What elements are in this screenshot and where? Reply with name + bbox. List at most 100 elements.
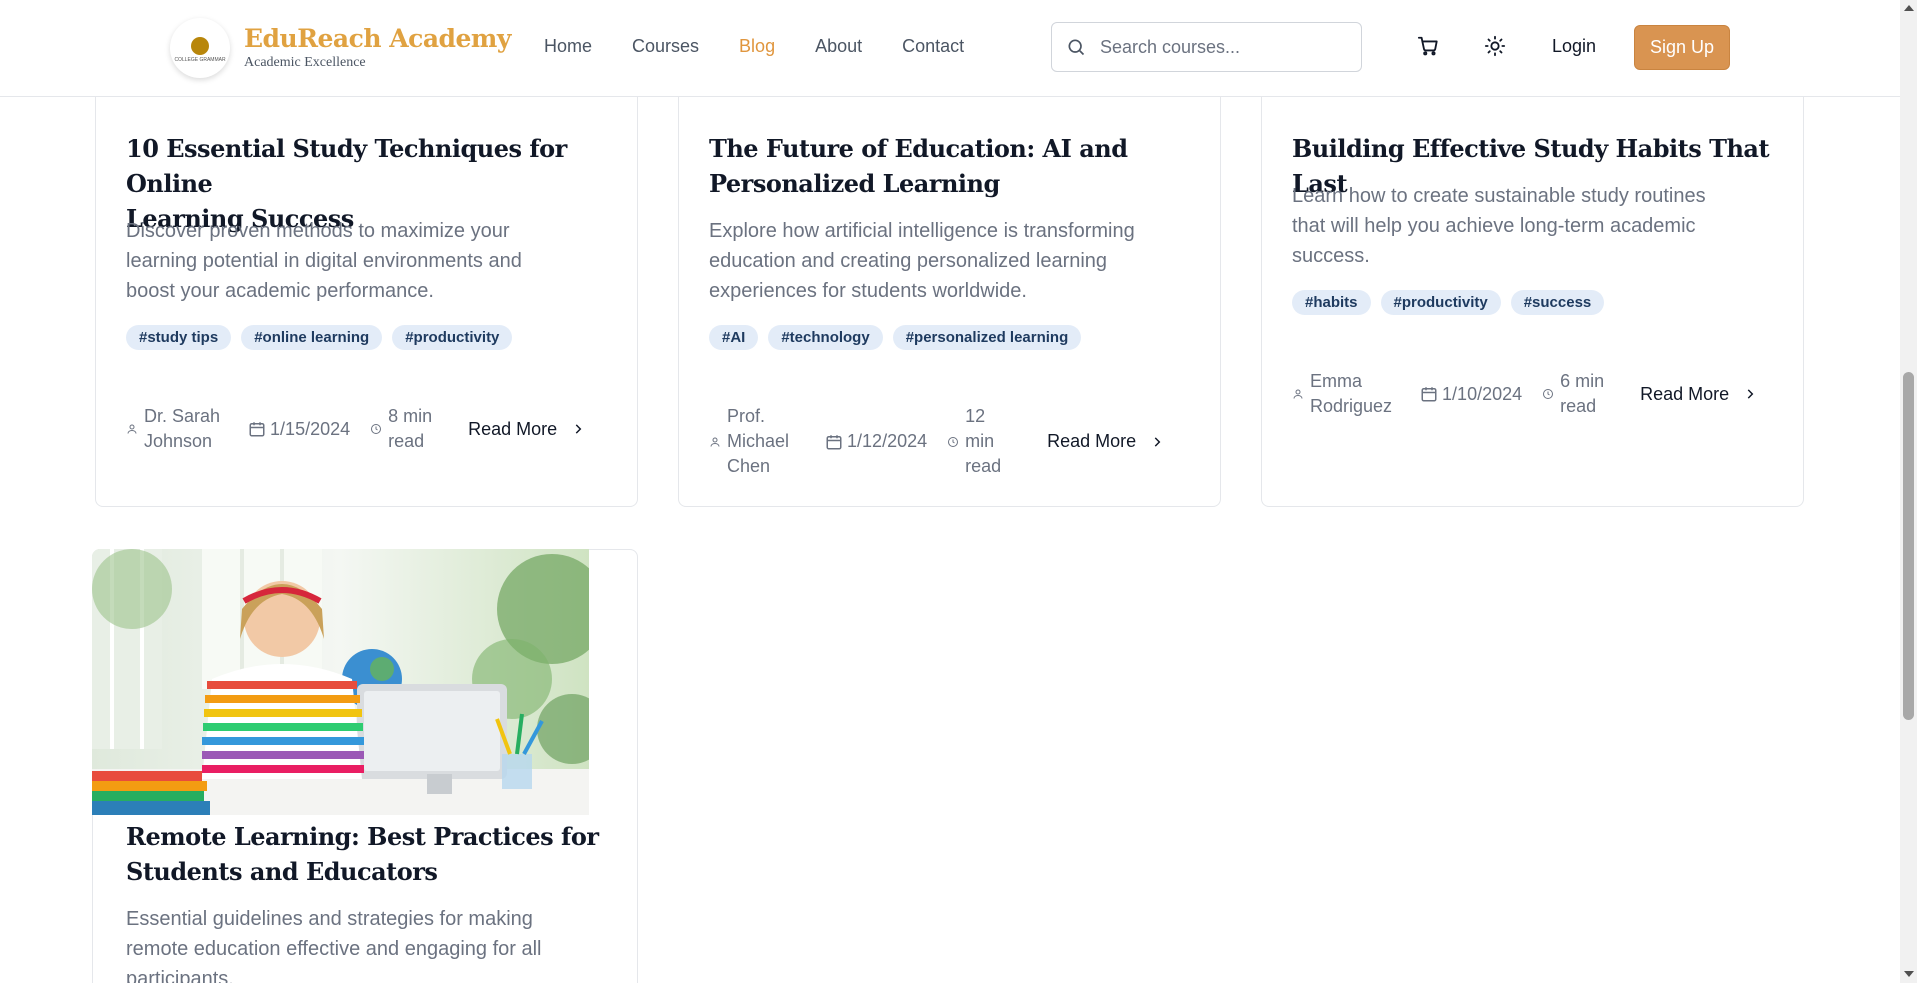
post-excerpt-line: remote education effective and engaging … <box>126 938 542 960</box>
post-meta: Emma Rodriguez 1/10/2024 6 min read Read… <box>1292 369 1757 419</box>
nav-courses[interactable]: Courses <box>632 36 699 57</box>
logo-small-text: COLLEGE GRAMMAR <box>174 57 226 63</box>
post-excerpt: Learn how to create sustainable study ro… <box>1292 181 1706 271</box>
post-title-line: 10 Essential Study Techniques for Online <box>126 134 567 198</box>
read-time: 8 min read <box>370 404 432 454</box>
read-time-line: 12 <box>965 406 986 426</box>
post-meta: Prof. Michael Chen 1/12/2024 12 min read… <box>709 404 1164 479</box>
post-excerpt: Essential guidelines and strategies for … <box>126 904 541 983</box>
clock-icon <box>371 424 382 434</box>
post-excerpt-line: experiences for students worldwide. <box>709 280 1027 302</box>
blog-card[interactable]: The Future of Education: AI and Personal… <box>678 60 1221 507</box>
date-text: 1/12/2024 <box>847 431 928 451</box>
chevron-right-icon <box>575 424 582 434</box>
read-time: 6 min read <box>1542 369 1604 419</box>
main-nav: Home Courses Blog About Contact <box>544 36 1004 57</box>
post-title-line: Personalized Learning <box>709 169 1000 198</box>
post-date: 1/15/2024 <box>248 417 350 442</box>
post-meta: Dr. Sarah Johnson 1/15/2024 8 min read R… <box>126 404 585 454</box>
post-excerpt-line: Explore how artificial intelligence is t… <box>709 220 1135 242</box>
blog-card[interactable]: 10 Essential Study Techniques for Online… <box>95 60 638 507</box>
globe-icon <box>191 37 209 55</box>
read-more-label: Read More <box>1047 431 1137 451</box>
theme-toggle[interactable] <box>1483 34 1507 58</box>
nav-about[interactable]: About <box>815 36 862 57</box>
author-name-line: Rodriguez <box>1310 396 1393 416</box>
tag[interactable]: #success <box>1510 290 1605 315</box>
date-text: 1/15/2024 <box>270 418 351 439</box>
post-tags: #habits #productivity #success <box>1292 290 1605 315</box>
author-name-line: Chen <box>727 456 771 476</box>
nav-home[interactable]: Home <box>544 36 592 57</box>
post-tags: #AI #technology #personalized learning <box>709 325 1082 350</box>
post-excerpt-line: Essential guidelines and strategies for … <box>126 908 533 930</box>
chevron-right-icon <box>1154 436 1161 447</box>
post-excerpt-line: education and creating personalized lear… <box>709 250 1108 272</box>
logo-emblem: COLLEGE GRAMMAR <box>170 18 230 78</box>
post-date: 1/12/2024 <box>825 429 927 454</box>
tag[interactable]: #technology <box>768 325 883 350</box>
tag[interactable]: #study tips <box>126 325 232 350</box>
post-title[interactable]: Remote Learning: Best Practices for Stud… <box>126 819 599 889</box>
post-author: Prof. Michael Chen <box>709 404 789 479</box>
author-name-line: Michael <box>727 431 790 451</box>
post-excerpt-line: learning potential in digital environmen… <box>126 250 522 272</box>
post-author: Emma Rodriguez <box>1292 369 1392 419</box>
tag[interactable]: #productivity <box>1380 290 1501 315</box>
page-scrollbar[interactable] <box>1900 0 1917 983</box>
author-name-line: Emma <box>1310 371 1363 391</box>
login-link[interactable]: Login <box>1552 36 1596 57</box>
tag[interactable]: #personalized learning <box>892 325 1082 350</box>
post-excerpt-line: participants. <box>126 968 234 983</box>
post-excerpt-line: success. <box>1292 245 1370 267</box>
tag[interactable]: #online learning <box>241 325 383 350</box>
post-author: Dr. Sarah Johnson <box>126 404 220 454</box>
read-more-link[interactable]: Read More <box>1640 382 1757 407</box>
chevron-right-icon <box>1747 389 1754 399</box>
post-cover-image[interactable] <box>92 549 589 815</box>
read-time: 12 min read <box>947 404 1001 479</box>
read-more-label: Read More <box>1640 383 1730 404</box>
post-excerpt-line: Discover proven methods to maximize your <box>126 220 510 242</box>
post-tags: #study tips #online learning #productivi… <box>126 325 513 350</box>
nav-blog[interactable]: Blog <box>739 36 775 57</box>
tag[interactable]: #productivity <box>392 325 513 350</box>
author-name-line: Prof. <box>727 406 766 426</box>
cart-button[interactable] <box>1416 34 1440 58</box>
calendar-icon <box>1421 387 1437 402</box>
brand-subtitle: Academic Excellence <box>244 54 366 70</box>
read-time-line: read <box>388 431 425 451</box>
brand-title: EduReach Academy <box>244 23 511 53</box>
date-text: 1/10/2024 <box>1442 383 1523 404</box>
search-box <box>1051 22 1362 72</box>
post-title-line: The Future of Education: AI and <box>709 134 1128 163</box>
user-icon <box>1293 389 1303 399</box>
tag[interactable]: #habits <box>1292 290 1371 315</box>
brand-logo[interactable]: COLLEGE GRAMMAR EduReach Academy Academi… <box>170 18 511 78</box>
post-title-line: Remote Learning: Best Practices for <box>126 822 599 851</box>
nav-contact[interactable]: Contact <box>902 36 964 57</box>
post-excerpt-line: that will help you achieve long-term aca… <box>1292 215 1696 237</box>
author-name-line: Dr. Sarah <box>144 406 221 426</box>
read-time-line: read <box>1560 396 1597 416</box>
user-icon <box>127 424 137 434</box>
read-more-link[interactable]: Read More <box>1047 429 1164 454</box>
cover-illustration <box>92 549 589 815</box>
tag[interactable]: #AI <box>709 325 759 350</box>
read-time-line: read <box>965 456 1002 476</box>
blog-card[interactable]: Building Effective Study Habits That Las… <box>1261 60 1804 507</box>
scroll-up-arrow[interactable] <box>1904 5 1914 11</box>
read-more-link[interactable]: Read More <box>468 417 585 442</box>
search-icon <box>1068 39 1085 56</box>
search-input[interactable] <box>1100 36 1340 58</box>
post-title[interactable]: The Future of Education: AI and Personal… <box>709 131 1128 201</box>
scroll-thumb[interactable] <box>1903 372 1914 720</box>
clock-icon <box>1543 389 1554 399</box>
signup-button[interactable]: Sign Up <box>1634 25 1730 70</box>
calendar-icon <box>826 434 842 449</box>
post-excerpt: Discover proven methods to maximize your… <box>126 216 522 306</box>
post-excerpt-line: boost your academic performance. <box>126 280 434 302</box>
scroll-down-arrow[interactable] <box>1904 971 1914 977</box>
read-more-label: Read More <box>468 418 558 439</box>
clock-icon <box>948 436 959 447</box>
